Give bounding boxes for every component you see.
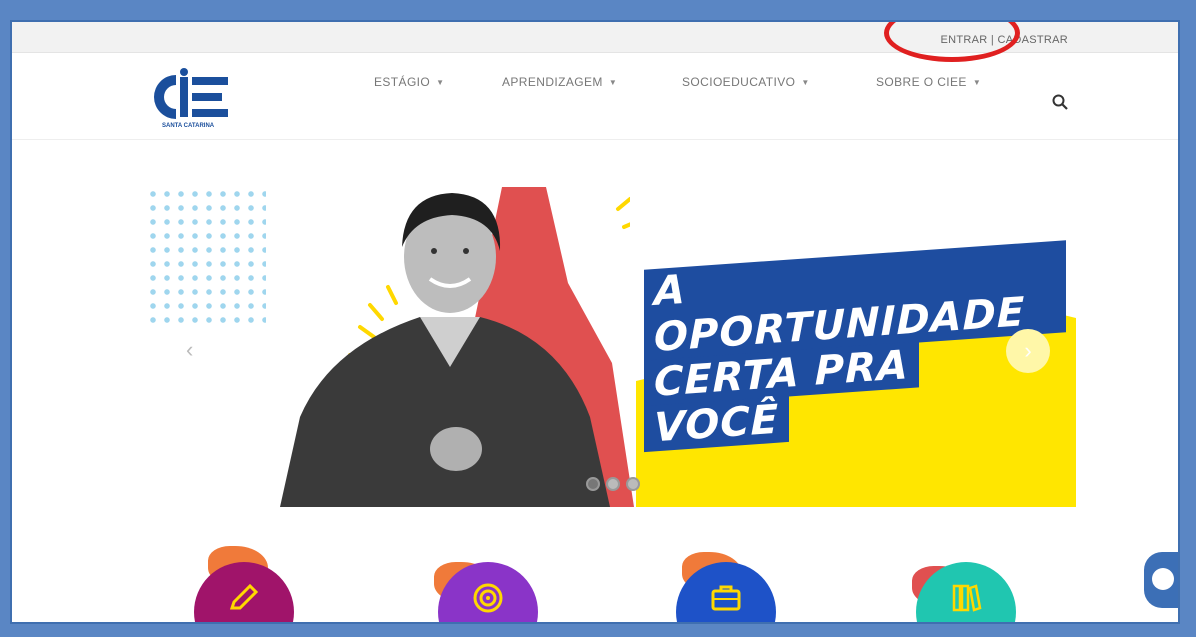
briefcase-icon — [711, 585, 741, 611]
target-icon — [473, 583, 503, 613]
logo-subtitle: SANTA CATARINA — [162, 123, 215, 129]
nav-item-socioeducativo[interactable]: SOCIOEDUCATIVO ▼ — [682, 75, 876, 89]
nav-item-estagio[interactable]: ESTÁGIO ▼ — [374, 75, 502, 89]
chat-widget-button[interactable] — [1144, 552, 1178, 608]
nav-item-sobre[interactable]: SOBRE O CIEE ▼ — [876, 75, 1006, 89]
hero-carousel[interactable]: A OPORTUNIDADE CERTA PRA VOCÊ ‹ › — [146, 187, 1076, 507]
nav-label: APRENDIZAGEM — [502, 75, 603, 89]
headline-line: VOCÊ — [644, 395, 789, 453]
carousel-dot[interactable] — [586, 477, 600, 491]
caret-down-icon: ▼ — [801, 77, 810, 87]
dot-pattern — [146, 187, 266, 327]
carousel-next-icon[interactable]: › — [1006, 329, 1050, 373]
books-icon — [952, 584, 982, 612]
ciee-logo[interactable] — [142, 67, 232, 127]
main-nav: ESTÁGIO ▼ APRENDIZAGEM ▼ SOCIOEDUCATIVO … — [374, 75, 1006, 89]
chat-icon — [1152, 568, 1174, 590]
nav-label: SOCIOEDUCATIVO — [682, 75, 796, 89]
nav-label: SOBRE O CIEE — [876, 75, 967, 89]
site-header: SANTA CATARINA ESTÁGIO ▼ APRENDIZAGEM ▼ … — [12, 53, 1178, 140]
hero-headline: A OPORTUNIDADE CERTA PRA VOCÊ — [644, 240, 1066, 453]
carousel-dot[interactable] — [626, 477, 640, 491]
carousel-prev-icon[interactable]: ‹ — [186, 337, 193, 363]
nav-item-aprendizagem[interactable]: APRENDIZAGEM ▼ — [502, 75, 682, 89]
person-photo — [280, 193, 630, 507]
carousel-dot[interactable] — [606, 477, 620, 491]
search-icon[interactable] — [1052, 94, 1068, 110]
caret-down-icon: ▼ — [608, 77, 618, 87]
carousel-indicators — [586, 477, 640, 491]
services-row — [12, 542, 1178, 622]
headline-line: A OPORTUNIDADE — [644, 240, 1066, 362]
browser-viewport: ENTRAR | CADASTRAR SANTA CATARINA ESTÁGI… — [10, 20, 1180, 624]
pencil-icon — [229, 583, 259, 610]
caret-down-icon: ▼ — [436, 77, 445, 87]
nav-label: ESTÁGIO — [374, 75, 431, 89]
caret-down-icon: ▼ — [972, 77, 982, 87]
